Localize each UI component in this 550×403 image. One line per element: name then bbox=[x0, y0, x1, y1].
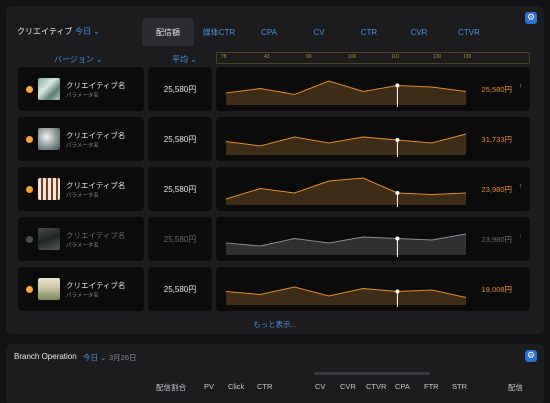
column-header: 配信 bbox=[508, 383, 523, 392]
column-header: CVR bbox=[340, 382, 356, 391]
scale-label: 130 bbox=[433, 54, 442, 60]
creative-cell[interactable]: クリエイティブ名 パラメータ名 bbox=[18, 117, 144, 161]
average-value: 25,580円 bbox=[148, 167, 212, 211]
panel-title: クリエイティブ bbox=[17, 27, 73, 36]
current-value: 25,580円 bbox=[481, 85, 512, 94]
creative-row[interactable]: クリエイティブ名 パラメータ名 25,580円 31,733円 bbox=[18, 117, 530, 161]
creative-cell[interactable]: クリエイティブ名 パラメータ名 bbox=[18, 167, 144, 211]
status-dot[interactable] bbox=[26, 236, 33, 243]
creative-row[interactable]: クリエイティブ名 パラメータ名 25,580円 19,008円 bbox=[18, 267, 530, 311]
branch-operation-panel: Branch Operation 今日 ⌄ 3月26日 配信割合 PV Clic… bbox=[6, 344, 544, 403]
column-header: CV bbox=[315, 382, 326, 391]
trend-arrow: ↑ bbox=[518, 83, 523, 90]
average-value: 25,580円 bbox=[148, 267, 212, 311]
status-dot[interactable] bbox=[26, 186, 33, 193]
metric-tabs: 配信額 媒体CTR CPA CV CTR CVR CTVR bbox=[142, 18, 494, 46]
current-value: 23,980円 bbox=[481, 185, 512, 194]
sparkline-area bbox=[226, 81, 466, 105]
sparkline-cell: 23,980円 ↓ bbox=[216, 217, 530, 261]
tab-ctvr[interactable]: CTVR bbox=[444, 18, 494, 46]
scale-label: 43 bbox=[264, 54, 270, 60]
column-header: 配信割合 bbox=[156, 383, 186, 392]
date-scope-dropdown[interactable]: 今日 ⌄ bbox=[75, 26, 100, 37]
creative-cell[interactable]: クリエイティブ名 パラメータ名 bbox=[18, 267, 144, 311]
trend-arrow: ↑ bbox=[518, 183, 523, 190]
creative-thumbnail bbox=[38, 278, 60, 300]
gear-icon[interactable] bbox=[525, 12, 537, 24]
column-header: FTR bbox=[424, 382, 439, 391]
current-marker-dot bbox=[395, 289, 400, 294]
parameter-name: パラメータ名 bbox=[66, 93, 99, 99]
creative-cell[interactable]: クリエイティブ名 パラメータ名 bbox=[18, 67, 144, 111]
tab-cvr[interactable]: CVR bbox=[394, 18, 444, 46]
scale-label: 78 bbox=[221, 54, 227, 60]
scale-label: 90 bbox=[306, 54, 312, 60]
sparkline-cell: 23,980円 ↑ bbox=[216, 167, 530, 211]
column-header: Click bbox=[228, 382, 245, 391]
show-more-link[interactable]: もっと表示... bbox=[6, 319, 544, 330]
column-header: CPA bbox=[395, 382, 410, 391]
creative-row[interactable]: クリエイティブ名 パラメータ名 25,580円 23,980円 ↑ bbox=[18, 167, 530, 211]
sparkline-area bbox=[226, 234, 466, 255]
scale-label: 130 bbox=[463, 54, 472, 60]
tab-ctr[interactable]: CTR bbox=[344, 18, 394, 46]
branch-scope-dropdown[interactable]: 今日 ⌄ bbox=[83, 352, 106, 363]
creative-panel: クリエイティブ 今日 ⌄ 配信額 媒体CTR CPA CV CTR CVR CT… bbox=[6, 6, 544, 334]
creative-cell[interactable]: クリエイティブ名 パラメータ名 bbox=[18, 217, 144, 261]
creative-name: クリエイティブ名 bbox=[66, 281, 126, 290]
current-marker-dot bbox=[395, 83, 400, 88]
status-dot[interactable] bbox=[26, 286, 33, 293]
column-header: CTVR bbox=[366, 382, 387, 391]
creative-thumbnail bbox=[38, 128, 60, 150]
scale-label: 100 bbox=[348, 54, 357, 60]
sparkline-area bbox=[226, 134, 466, 155]
sparkline-area bbox=[226, 178, 466, 205]
current-value: 19,008円 bbox=[481, 285, 512, 294]
current-marker-dot bbox=[395, 236, 400, 241]
tab-cv[interactable]: CV bbox=[294, 18, 344, 46]
status-dot[interactable] bbox=[26, 86, 33, 93]
tab-cpa[interactable]: CPA bbox=[244, 18, 294, 46]
tab-media-ctr[interactable]: 媒体CTR bbox=[194, 18, 244, 46]
creative-thumbnail bbox=[38, 78, 60, 100]
creative-name: クリエイティブ名 bbox=[66, 131, 126, 140]
parameter-name: パラメータ名 bbox=[66, 293, 99, 299]
current-value: 23,980円 bbox=[481, 235, 512, 244]
average-value: 25,580円 bbox=[148, 117, 212, 161]
parameter-name: パラメータ名 bbox=[66, 143, 99, 149]
creative-name: クリエイティブ名 bbox=[66, 231, 126, 240]
sparkline-cell: 19,008円 bbox=[216, 267, 530, 311]
creative-thumbnail bbox=[38, 178, 60, 200]
creative-row[interactable]: クリエイティブ名 パラメータ名 25,580円 25,580円 ↑ bbox=[18, 67, 530, 111]
branch-title: Branch Operation bbox=[14, 352, 77, 361]
tab-delivery[interactable]: 配信額 bbox=[142, 18, 194, 46]
creative-name: クリエイティブ名 bbox=[66, 181, 126, 190]
average-dropdown[interactable]: 平均 ⌄ bbox=[172, 54, 197, 65]
sparkline-cell: 31,733円 bbox=[216, 117, 530, 161]
trend-arrow: ↓ bbox=[518, 233, 523, 240]
average-value: 25,580円 bbox=[148, 67, 212, 111]
parameter-name: パラメータ名 bbox=[66, 243, 99, 249]
column-header: PV bbox=[204, 382, 215, 391]
scale-label: 110 bbox=[391, 54, 399, 60]
timeline-scale: 78 43 90 100 110 130 130 bbox=[216, 52, 530, 64]
status-dot[interactable] bbox=[26, 136, 33, 143]
creative-row[interactable]: クリエイティブ名 パラメータ名 25,580円 23,980円 ↓ bbox=[18, 217, 530, 261]
gear-icon[interactable] bbox=[525, 350, 537, 362]
current-marker-dot bbox=[395, 138, 400, 142]
creative-name: クリエイティブ名 bbox=[66, 81, 126, 90]
average-value: 25,580円 bbox=[148, 217, 212, 261]
current-marker-dot bbox=[395, 191, 400, 195]
sparkline-cell: 25,580円 ↑ bbox=[216, 67, 530, 111]
version-dropdown[interactable]: バージョン ⌄ bbox=[54, 54, 103, 65]
parameter-name: パラメータ名 bbox=[66, 193, 99, 199]
creative-thumbnail bbox=[38, 228, 60, 250]
current-value: 31,733円 bbox=[481, 135, 512, 144]
branch-date: 3月26日 bbox=[109, 353, 137, 362]
column-header: CTR bbox=[257, 382, 273, 391]
column-header: STR bbox=[452, 382, 467, 391]
range-bar bbox=[314, 372, 430, 375]
